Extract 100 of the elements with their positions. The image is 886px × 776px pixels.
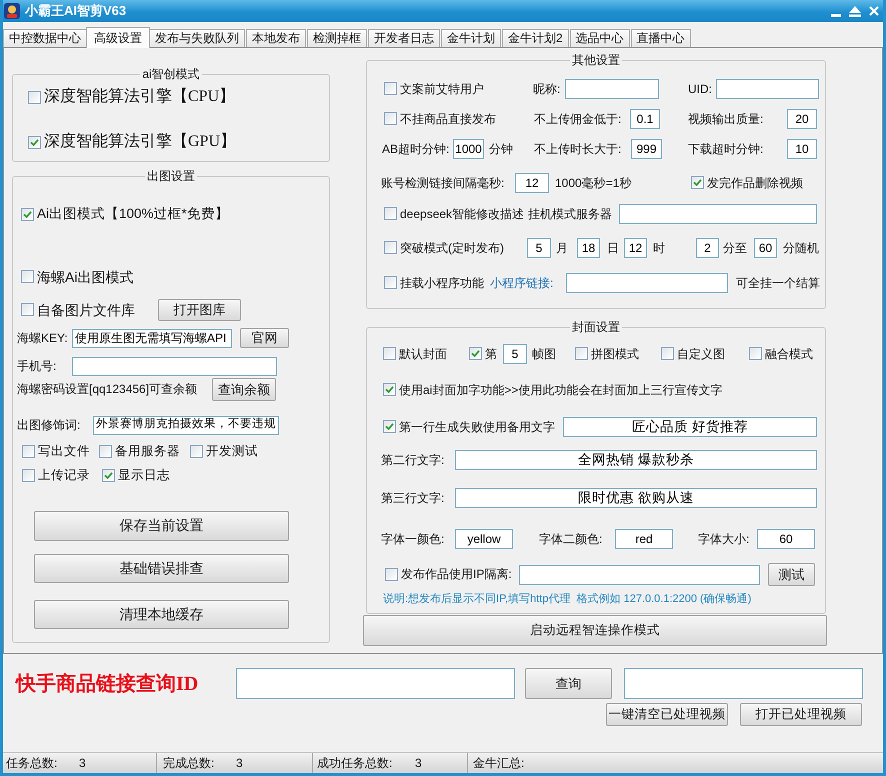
input-field[interactable]: 60 (757, 529, 815, 549)
remote-mode-button[interactable]: 启动远程智连操作模式 (363, 615, 827, 646)
tab[interactable]: 开发者日志 (368, 29, 440, 47)
input-field[interactable]: 10 (787, 139, 817, 159)
open-videos-button[interactable]: 打开已处理视频 (740, 703, 862, 726)
query-button[interactable]: 查询 (525, 668, 612, 699)
checkbox[interactable] (384, 112, 397, 126)
checkbox[interactable] (691, 176, 704, 190)
checkbox-label: 上传记录 (38, 468, 90, 482)
checkbox[interactable] (661, 347, 674, 360)
tab[interactable]: 直播中心 (630, 29, 691, 47)
input-field[interactable]: 0.1 (630, 109, 660, 129)
diagnose-button[interactable]: 基础错误排查 (34, 554, 289, 583)
input-field[interactable]: red (615, 529, 673, 549)
label-text: 字体一颜色: (381, 532, 444, 546)
tab[interactable]: 中控数据中心 (3, 29, 87, 47)
input-field[interactable] (619, 204, 817, 224)
tab[interactable]: 选品中心 (570, 29, 630, 47)
checkbox[interactable] (383, 420, 396, 434)
input-field[interactable]: 18 (577, 238, 600, 258)
link-input-field[interactable] (236, 668, 515, 699)
group-title: 出图设置 (146, 169, 196, 183)
checkbox[interactable] (21, 303, 34, 316)
checkbox[interactable] (383, 383, 396, 396)
checkbox[interactable] (384, 276, 397, 290)
checkbox[interactable] (749, 347, 762, 360)
checkbox[interactable] (22, 468, 35, 482)
input-field[interactable] (716, 79, 819, 99)
checkbox-label: 海螺Ai出图模式 (37, 268, 134, 286)
checkmark-icon (693, 179, 702, 186)
checkbox[interactable] (190, 444, 203, 458)
input-field[interactable]: 60 (754, 238, 777, 258)
checkbox[interactable] (99, 444, 112, 458)
app-icon (4, 3, 20, 19)
window-title: 小霸王AI智剪V63 (25, 3, 126, 19)
open-gallery-button[interactable]: 打开图库 (158, 299, 241, 321)
test-button[interactable]: 测试 (768, 563, 815, 586)
input-field[interactable]: 12 (515, 173, 549, 193)
input-field[interactable] (566, 273, 728, 293)
label-text: 分钟 (489, 142, 513, 156)
input-field[interactable]: 使用原生图无需填写海螺API (72, 328, 232, 348)
checkbox[interactable] (384, 241, 397, 254)
tab[interactable]: 金牛计划 (441, 29, 501, 47)
input-field[interactable]: 1000 (453, 139, 484, 159)
tab[interactable]: 检测掉框 (307, 29, 367, 47)
label-text: 第二行文字: (381, 452, 444, 468)
checkbox[interactable] (22, 444, 35, 458)
label-text: 字体大小: (698, 532, 750, 546)
input-field[interactable]: 999 (631, 139, 662, 159)
label-text: 手机号: (17, 358, 56, 374)
checkbox[interactable] (28, 90, 41, 104)
input-field[interactable]: 限时优惠 欲购从速 (455, 488, 817, 508)
status-label: 完成总数: (163, 756, 214, 770)
checkbox[interactable] (102, 468, 115, 482)
checkbox-label: 自定义图 (677, 346, 725, 362)
close-icon[interactable] (869, 6, 879, 16)
label-text: 海螺KEY: (17, 330, 68, 346)
checkbox[interactable] (385, 568, 398, 581)
checkbox[interactable] (21, 208, 34, 220)
input-field[interactable]: yellow (455, 529, 513, 549)
checkbox[interactable] (383, 347, 396, 360)
tab[interactable]: 金牛计划2 (502, 29, 569, 47)
website-button[interactable]: 官网 (240, 328, 289, 348)
input-field[interactable]: 匠心品质 好货推荐 (563, 417, 817, 437)
input-field[interactable]: 12 (624, 238, 647, 258)
checkbox-label: 深度智能算法引擎【CPU】 (44, 87, 236, 107)
checkbox[interactable] (21, 270, 34, 284)
checkbox[interactable] (384, 207, 397, 220)
status-value: 3 (79, 756, 86, 770)
tab[interactable]: 发布与失败队列 (149, 29, 245, 47)
input-field[interactable]: 外景赛博朋克拍摄效果，不要违规 (93, 416, 279, 434)
input-field[interactable]: 全网热销 爆款秒杀 (455, 450, 817, 470)
status-label: 任务总数: (6, 756, 58, 770)
input-field[interactable] (519, 564, 760, 584)
tab[interactable]: 本地发布 (246, 29, 306, 47)
checkbox[interactable] (575, 347, 588, 360)
checkbox[interactable] (469, 347, 482, 360)
hint-text: 小程序链接: (490, 276, 554, 290)
checkbox-label: 拼图模式 (591, 346, 639, 362)
check-balance-button[interactable]: 查询余额 (212, 378, 276, 401)
label-text: 视频输出质量: (688, 112, 764, 126)
input-field[interactable]: 5 (503, 344, 527, 364)
result-field[interactable] (624, 668, 863, 699)
checkbox-label: 使用ai封面加字功能>>使用此功能会在封面加上三行宣传文字 (399, 382, 722, 398)
input-field[interactable] (72, 356, 277, 376)
label-text: 字体二颜色: (539, 532, 602, 546)
checkbox-label: Ai出图模式【100%过框*免费】 (37, 206, 229, 222)
checkbox[interactable] (28, 136, 41, 148)
input-field[interactable] (565, 79, 659, 99)
tab[interactable]: 高级设置 (86, 27, 150, 48)
checkbox[interactable] (384, 82, 397, 96)
checkbox-label: 默认封面 (399, 346, 447, 362)
input-field[interactable]: 5 (527, 238, 551, 258)
checkbox-label: 第 (485, 346, 497, 362)
clear-videos-button[interactable]: 一键清空已处理视频 (606, 703, 728, 726)
input-field[interactable]: 2 (696, 238, 719, 258)
save-settings-button[interactable]: 保存当前设置 (34, 511, 289, 541)
triangle-up-icon[interactable] (849, 6, 861, 16)
input-field[interactable]: 20 (787, 109, 817, 129)
clear-cache-button[interactable]: 清理本地缓存 (34, 600, 289, 629)
